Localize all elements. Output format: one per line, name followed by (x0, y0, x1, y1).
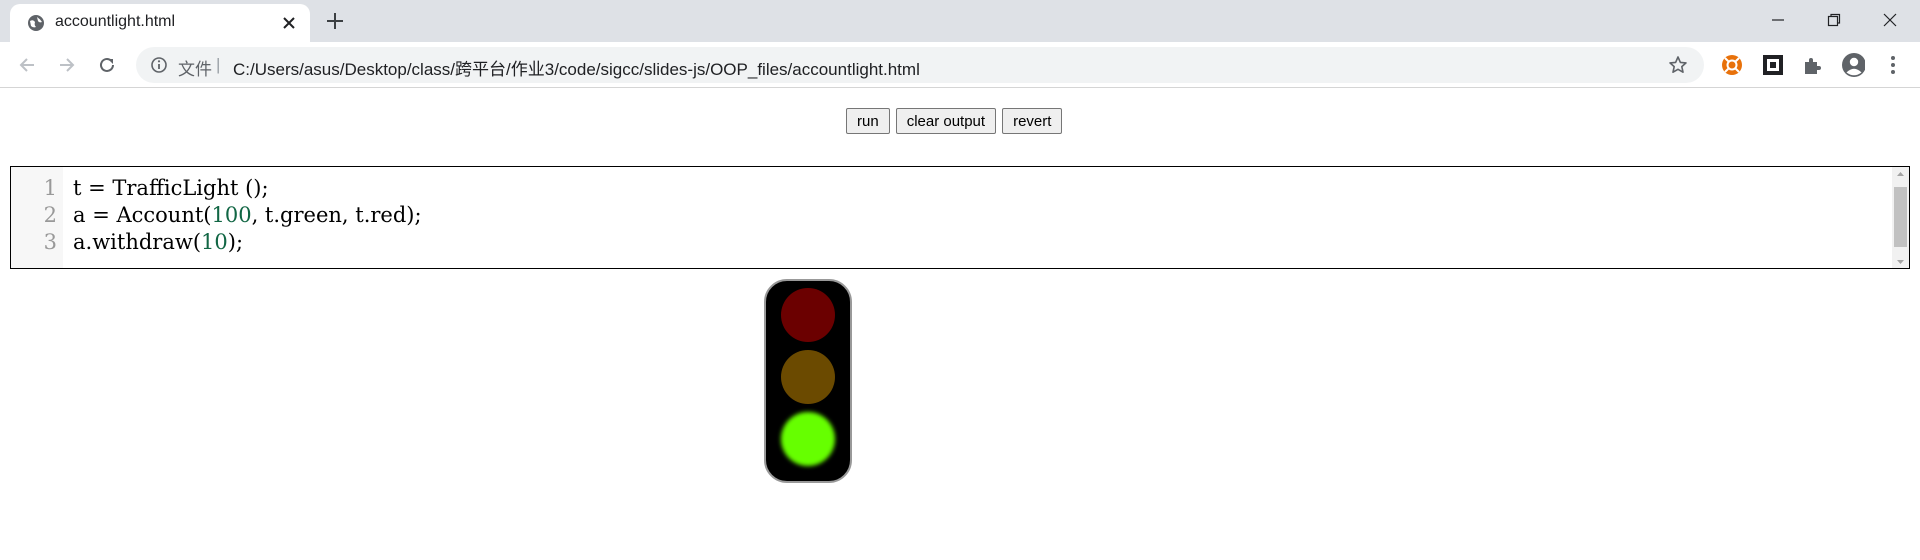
number-literal: 10 (201, 230, 228, 254)
profile-button[interactable] (1841, 53, 1865, 77)
code-editor[interactable]: 1 2 3 t = TrafficLight (); a = Account(1… (10, 166, 1910, 269)
green-light (781, 412, 835, 466)
arrow-right-icon (60, 58, 75, 72)
scrollbar-thumb[interactable] (1894, 187, 1907, 247)
scroll-down-icon[interactable] (1892, 256, 1909, 268)
account-icon (1842, 53, 1865, 77)
code-text: , t.green, t.red); (251, 203, 422, 227)
red-light (781, 288, 835, 342)
more-vert-icon (1891, 56, 1895, 74)
menu-button[interactable] (1881, 53, 1905, 77)
traffic-light (763, 278, 853, 484)
minimize-button[interactable] (1750, 0, 1806, 40)
editor-controls: run clear output revert (846, 108, 1063, 134)
tab-strip: accountlight.html (0, 0, 1920, 42)
clear-output-button[interactable]: clear output (895, 108, 997, 134)
info-icon[interactable] (150, 56, 168, 74)
revert-button[interactable]: revert (1002, 108, 1063, 134)
address-bar[interactable]: 文件 | C:/Users/asus/Desktop/class/跨平台/作业3… (136, 47, 1704, 83)
extension-qr-button[interactable] (1761, 53, 1785, 77)
editor-scrollbar[interactable] (1892, 167, 1909, 268)
back-button[interactable] (13, 51, 41, 79)
arrow-left-icon (19, 58, 34, 72)
puzzle-icon (1805, 58, 1821, 74)
forward-button[interactable] (53, 51, 81, 79)
restore-icon (1827, 13, 1841, 27)
code-line[interactable]: a = Account(100, t.green, t.red); (73, 203, 422, 227)
window-close-button[interactable] (1862, 0, 1918, 40)
file-scheme-label: 文件 (178, 60, 212, 79)
line-number-gutter: 1 2 3 (11, 167, 63, 268)
traffic-light-graphic (764, 279, 852, 483)
close-icon[interactable] (280, 14, 298, 32)
yellow-light (781, 350, 835, 404)
extensions-button[interactable] (1801, 53, 1825, 77)
line-number: 3 (43, 230, 57, 254)
scroll-up-icon[interactable] (1892, 168, 1909, 180)
star-icon[interactable] (1668, 55, 1688, 75)
browser-toolbar: 文件 | C:/Users/asus/Desktop/class/跨平台/作业3… (0, 42, 1920, 88)
new-tab-icon[interactable] (324, 10, 346, 32)
run-button[interactable]: run (846, 108, 890, 134)
tab-accountlight[interactable]: accountlight.html (10, 4, 310, 42)
reload-button[interactable] (93, 51, 121, 79)
address-separator: | (216, 55, 221, 74)
tab-title: accountlight.html (55, 13, 176, 30)
number-literal: 100 (211, 203, 252, 227)
minimize-icon (1772, 19, 1784, 21)
close-icon (1883, 13, 1897, 27)
qr-code-icon (1763, 55, 1783, 75)
line-number: 1 (43, 176, 57, 200)
reload-icon (100, 57, 114, 72)
extension-icon (1722, 55, 1742, 75)
extension-orange-button[interactable] (1720, 53, 1744, 77)
code-text: t = TrafficLight (); (73, 176, 269, 200)
code-text: a.withdraw( (73, 230, 202, 254)
code-line[interactable]: t = TrafficLight (); (73, 176, 269, 200)
code-text: a = Account( (73, 203, 212, 227)
url-text[interactable]: C:/Users/asus/Desktop/class/跨平台/作业3/code… (233, 55, 920, 80)
code-line[interactable]: a.withdraw(10); (73, 230, 243, 254)
code-text: ); (227, 230, 244, 254)
globe-icon (28, 15, 44, 31)
line-number: 2 (43, 203, 57, 227)
restore-button[interactable] (1806, 0, 1862, 40)
